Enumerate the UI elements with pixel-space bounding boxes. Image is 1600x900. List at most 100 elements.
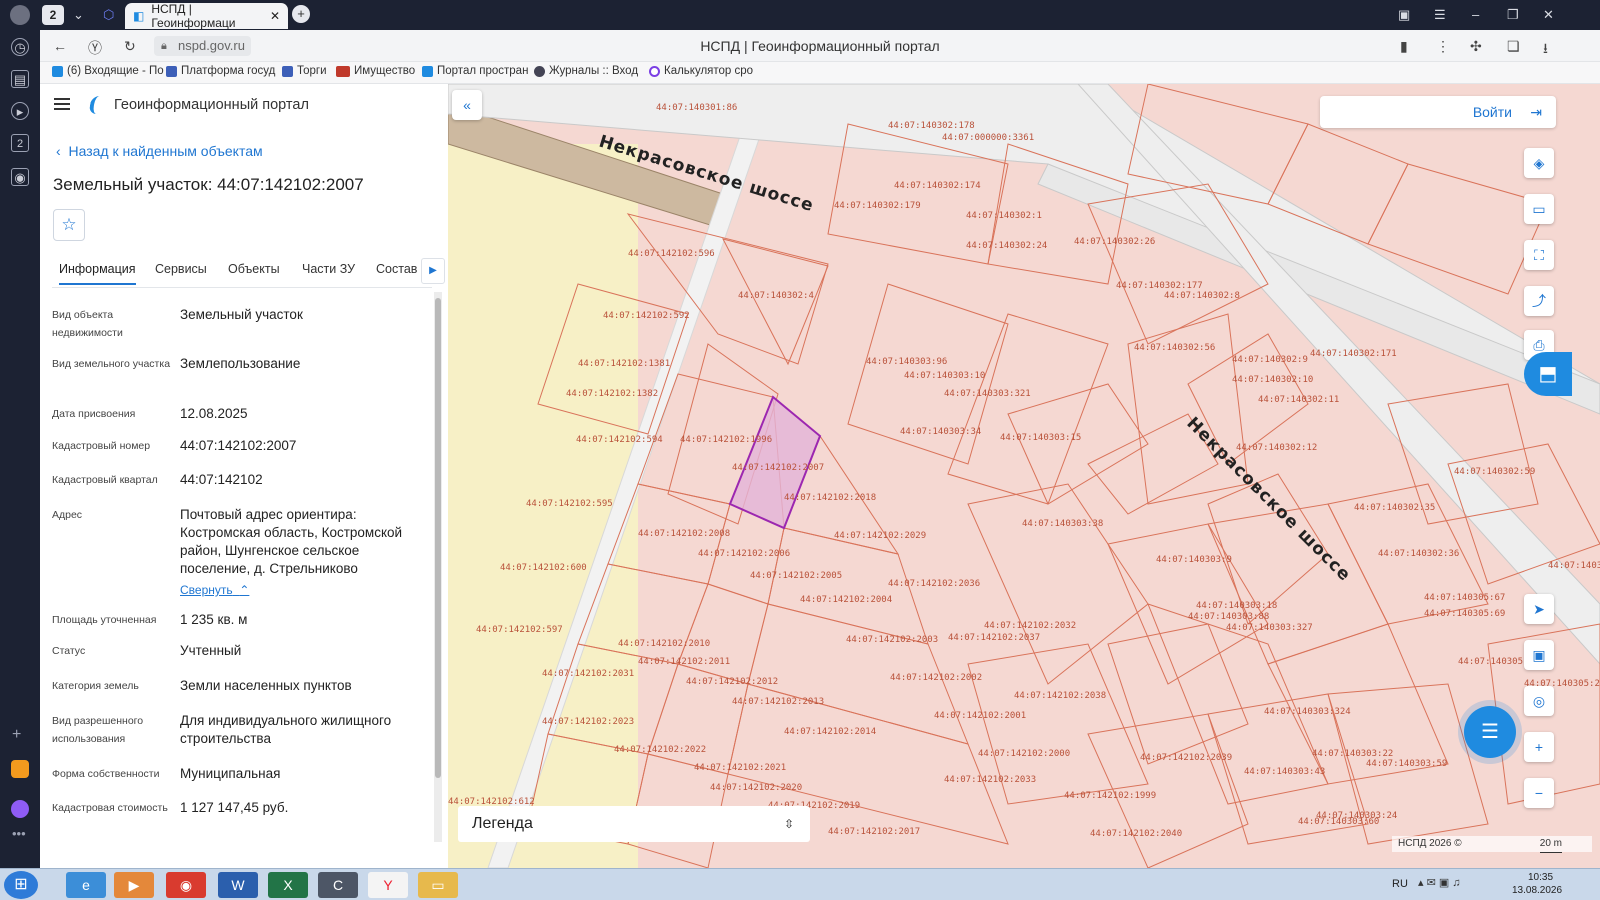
map-canvas[interactable]: Некрасовское шоссе Некрасовское шоссе 44… xyxy=(448,84,1600,868)
bookmark-item[interactable]: Журналы :: Вход xyxy=(534,65,638,77)
globe-icon xyxy=(534,65,545,77)
zoom-in-icon[interactable]: + xyxy=(1524,732,1554,762)
bookmark-manager-icon[interactable]: ▣ xyxy=(1398,7,1410,23)
page-title: НСПД | Геоинформационный портал xyxy=(700,38,940,54)
parcel-label: 44:07:140302:24 xyxy=(966,241,1047,251)
panel-scrollbar[interactable] xyxy=(434,292,442,842)
minimize-icon[interactable]: – xyxy=(1472,7,1479,22)
close-tab-icon[interactable]: ✕ xyxy=(270,9,280,23)
cadastral-map[interactable]: Некрасовское шоссе Некрасовское шоссе 44… xyxy=(448,84,1600,868)
ie-icon[interactable]: e xyxy=(66,872,106,898)
favorite-star-icon[interactable]: ☆ xyxy=(53,209,85,241)
chevron-down-icon[interactable]: ⌄ xyxy=(73,7,84,23)
share-icon[interactable]: ⤴ xyxy=(1524,286,1554,316)
calculator-icon xyxy=(649,65,660,77)
start-button[interactable]: ⊞ xyxy=(4,871,38,899)
parcel-label: 44:07:142102:1996 xyxy=(680,435,772,445)
parcel-label: 44:07:140303:60 xyxy=(1298,817,1379,827)
tab-parts[interactable]: Части ЗУ xyxy=(302,262,355,276)
language-indicator[interactable]: RU xyxy=(1392,878,1408,890)
add-panel-icon[interactable]: + xyxy=(12,726,21,744)
media-player-icon[interactable]: ▶ xyxy=(114,872,154,898)
extensions-icon[interactable]: ✣ xyxy=(1470,38,1482,55)
excel-icon[interactable]: X xyxy=(268,872,308,898)
browser-tab-active[interactable]: ◧ НСПД | Геоинформаци ✕ xyxy=(125,2,288,30)
video-icon[interactable]: ▸ xyxy=(11,102,29,120)
parcel-outline[interactable] xyxy=(626,213,829,365)
parcel-label: 44:07:140302:8 xyxy=(1164,291,1240,301)
collections-icon[interactable]: ▤ xyxy=(11,70,29,88)
legend-dropdown[interactable]: Легенда ⇳ xyxy=(458,806,810,842)
screenshot-icon[interactable]: ◉ xyxy=(11,168,29,186)
minimap-icon[interactable]: ▣ xyxy=(1524,640,1554,670)
yandex-browser-icon[interactable]: Y xyxy=(368,872,408,898)
cube-icon[interactable]: ⬡ xyxy=(103,7,114,23)
mail-icon[interactable] xyxy=(11,760,29,778)
bookmark-item[interactable]: Портал простран xyxy=(422,65,528,77)
parcel-outline[interactable] xyxy=(677,583,769,685)
back-to-results-link[interactable]: ‹ Назад к найденным объектам xyxy=(56,143,263,159)
downloads-icon[interactable]: ⭳ xyxy=(1543,38,1548,62)
parcel-outline[interactable] xyxy=(967,483,1149,685)
bookmark-item[interactable]: Торги xyxy=(282,65,327,77)
bookmark-item[interactable]: Калькулятор сро xyxy=(649,65,753,77)
new-tab-icon[interactable]: + xyxy=(292,5,310,23)
c-app-icon[interactable]: C xyxy=(318,872,358,898)
assistant-icon[interactable]: ⬒ xyxy=(1524,352,1572,396)
bookmark-item[interactable]: Платформа госуд xyxy=(166,65,275,77)
parcel-label: 44:07:142102:2005 xyxy=(750,571,842,581)
login-button[interactable]: Войти ⇥ xyxy=(1320,96,1556,128)
close-window-icon[interactable]: ✕ xyxy=(1543,7,1554,23)
parcel-label: 44:07:142102:2001 xyxy=(934,711,1026,721)
more-menu-icon[interactable]: ⋮ xyxy=(1436,38,1450,55)
tab-services[interactable]: Сервисы xyxy=(155,262,207,276)
clock-date[interactable]: 13.08.2026 xyxy=(1512,885,1562,896)
chat-icon[interactable]: ☰ xyxy=(1464,706,1516,758)
collapse-address-link[interactable]: Свернуть ⌃ xyxy=(180,583,249,597)
parcel-label: 44:07:140302:1 xyxy=(966,211,1042,221)
scrollbar-thumb[interactable] xyxy=(435,298,441,778)
tab-objects[interactable]: Объекты xyxy=(228,262,280,276)
zoom-out-icon[interactable]: − xyxy=(1524,778,1554,808)
select-area-icon[interactable]: ⛶ xyxy=(1524,240,1554,270)
locate-icon[interactable]: ➤ xyxy=(1524,594,1554,624)
parcel-outline[interactable] xyxy=(947,313,1109,505)
alice-icon[interactable] xyxy=(11,800,29,818)
tabs-next-icon[interactable]: ▶ xyxy=(421,258,445,284)
clock-time[interactable]: 10:35 xyxy=(1528,872,1553,883)
menu-burger-icon[interactable] xyxy=(54,98,70,110)
parcel-label: 44:07:142102:2012 xyxy=(686,677,778,687)
clipboard-icon[interactable]: ❏ xyxy=(1507,38,1520,55)
word-icon[interactable]: W xyxy=(218,872,258,898)
ruler-icon[interactable]: ▭ xyxy=(1524,194,1554,224)
tabs-count-icon[interactable]: 2 xyxy=(11,134,29,152)
explorer-icon[interactable]: ▭ xyxy=(418,872,458,898)
collapse-panel-icon[interactable]: « xyxy=(452,90,482,120)
bookmark-item[interactable]: Имущество xyxy=(336,65,415,77)
restore-icon[interactable]: ❐ xyxy=(1507,7,1519,23)
portal-brand-text: Геоинформационный портал xyxy=(114,97,309,113)
tab-information[interactable]: Информация xyxy=(59,262,136,285)
portal-brand[interactable]: Геоинформационный портал xyxy=(88,96,309,114)
tab-counter[interactable]: 2 xyxy=(42,5,64,25)
emblem-icon xyxy=(166,65,177,77)
field-value: Муниципальная xyxy=(180,766,281,781)
bookmark-icon[interactable]: ▮ xyxy=(1400,38,1408,55)
tab-composition[interactable]: Состав xyxy=(376,262,417,276)
parcel-label: 44:07:140302:59 xyxy=(1454,467,1535,477)
more-icon[interactable]: ••• xyxy=(12,826,26,841)
parcel-label: 44:07:140303:10 xyxy=(904,371,985,381)
menu-icon[interactable]: ☰ xyxy=(1434,7,1446,23)
browser-titlebar: 2 ⌄ ⬡ ◧ НСПД | Геоинформаци ✕ + ▣ ☰ – ❐ … xyxy=(0,0,1600,30)
login-icon: ⇥ xyxy=(1530,104,1542,120)
history-icon[interactable]: ◷ xyxy=(11,38,29,56)
parcel-outline[interactable] xyxy=(722,238,829,366)
geo-search-icon[interactable]: ◎ xyxy=(1524,686,1554,716)
field-label: Площадь уточненная xyxy=(52,614,157,626)
profile-avatar[interactable] xyxy=(10,5,30,25)
tray-icons[interactable]: ▴ ✉ ▣ ♫ xyxy=(1418,876,1461,889)
parcel-outline[interactable] xyxy=(1107,623,1249,765)
bookmark-item[interactable]: (6) Входящие - По xyxy=(52,65,164,77)
chrome-icon[interactable]: ◉ xyxy=(166,872,206,898)
layers-icon[interactable]: ◈ xyxy=(1524,148,1554,178)
